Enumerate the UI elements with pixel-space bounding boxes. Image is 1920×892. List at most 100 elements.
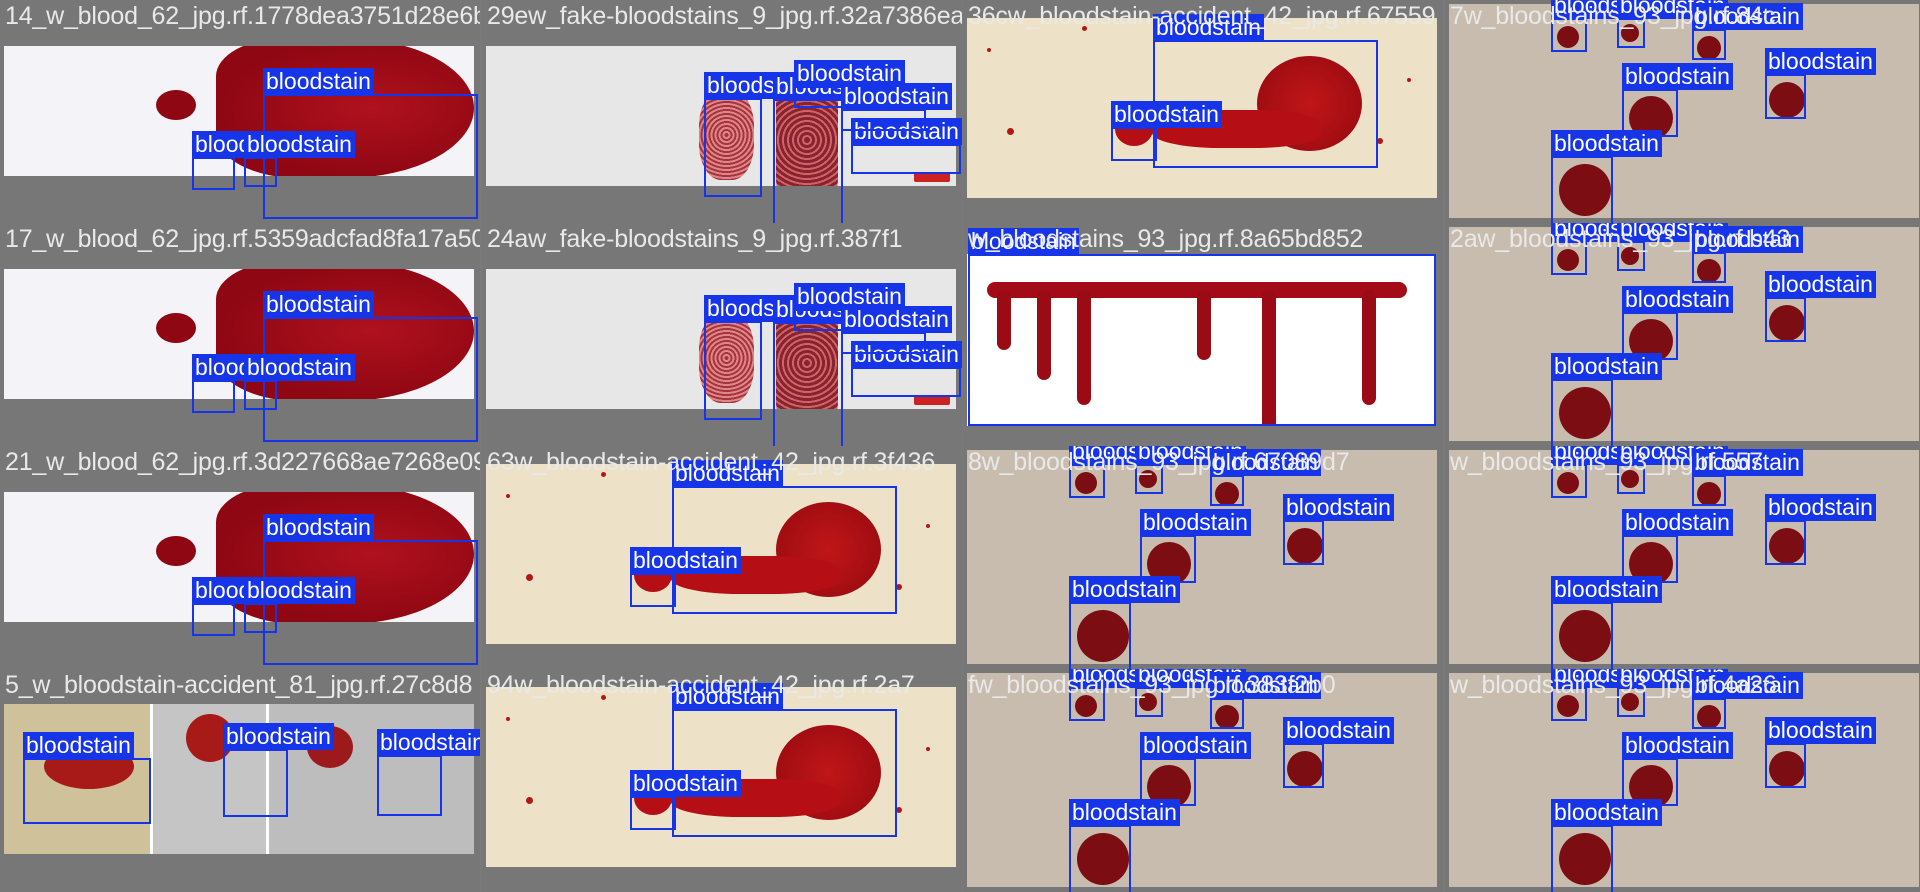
detection-box: bloodstain (1692, 3, 1803, 60)
detection-box: bloodstain (1210, 449, 1321, 506)
detection-label: bloodstain (1283, 494, 1394, 521)
detection-label: bloodstain (1140, 732, 1251, 759)
tile-filename: 14_w_blood_62_jpg.rf.1778dea3751d28e6b0 (5, 2, 480, 30)
mosaic-tile: bloodstain bloodstain bloodstain bloodstain… (1445, 669, 1920, 892)
detection-label: bloodstain (1765, 717, 1876, 744)
detection-box: bloodstain (841, 83, 952, 131)
detection-box: bloodstain (841, 306, 952, 354)
detection-label: bloodstain (1622, 509, 1733, 536)
detection-box: bloodstain (1692, 226, 1803, 283)
detection-box: bloodstain (1111, 101, 1222, 161)
tile-filename: 63w_bloodstain-accident_42_jpg.rf.3f436 (487, 448, 936, 476)
splatter-speck (526, 574, 533, 581)
detection-box: bloodstain (1069, 576, 1180, 669)
detection-label: bloodstain (1140, 509, 1251, 536)
tile-filename: w_bloodstains_93_jpg.rf.4a26 (1450, 671, 1777, 699)
detection-box: bloodstain (1551, 799, 1662, 892)
detection-box: bloodstain (244, 577, 355, 633)
splatter-speck (926, 747, 930, 751)
detection-box: bloodstain (851, 118, 962, 174)
tile-filename: 7w_bloodstains_93_jpg.rf.84c (1450, 2, 1776, 30)
detection-label: bloodstain (630, 547, 741, 574)
detection-label: bloodstain (1551, 799, 1662, 826)
tile-filename: 29ew_fake-bloodstains_9_jpg.rf.32a7386ea (487, 2, 962, 30)
tile-filename: 8w_bloodstains_93_jpg.rf.67089d7 (968, 448, 1350, 476)
detection-box: bloodstain (704, 295, 815, 420)
detection-box: bloodstain (1551, 576, 1662, 669)
splatter-speck (1407, 78, 1411, 82)
tile-filename: 24aw_fake-bloodstains_9_jpg.rf.387f1 (487, 225, 903, 253)
splatter-speck (987, 48, 991, 52)
detection-box: bloodstain (192, 577, 303, 636)
tile-image (967, 450, 1437, 664)
mosaic-tile: bloodstain bloodstain 36cw_bloodstain-acci… (963, 0, 1443, 223)
splatter-speck (526, 797, 533, 804)
detection-label: bloodstain (1283, 717, 1394, 744)
detection-label: bloodstain (1069, 799, 1180, 826)
mosaic-tile: bloodstain bloodstain bloodstain bloodstain… (1445, 0, 1920, 223)
detection-label: bloodstain (1069, 576, 1180, 603)
detection-label: bloodstain (1765, 271, 1876, 298)
detection-label: bloodstain (1551, 576, 1662, 603)
mosaic-grid: bloodstainbloodstainbloodstain14_w_blood… (0, 0, 1920, 892)
detection-box: bloodstain (192, 131, 303, 190)
mosaic-tile: bloodstain bloodstain bloodstain bloodstain… (963, 446, 1443, 669)
splatter-speck (926, 524, 930, 528)
detection-box: bloodstain (773, 73, 884, 223)
detection-label: bloodstain (244, 577, 355, 604)
splatter-speck (1007, 128, 1014, 135)
detection-box: bloodstain (630, 770, 741, 830)
mosaic-tile: bloodstain bloodstain bloodstain bloodstain… (482, 223, 962, 446)
detection-label: bloodstain (1622, 63, 1733, 90)
detection-box: bloodstain (223, 723, 334, 817)
detection-box: bloodstain (1069, 799, 1180, 892)
mosaic-tile: bloodstain bloodstain bloodstain bloodstain… (1445, 446, 1920, 669)
tile-filename: 21_w_blood_62_jpg.rf.3d227668ae7268e09bf (5, 448, 480, 476)
tile-image (1449, 227, 1919, 441)
detection-box: bloodstain (630, 547, 741, 607)
tile-filename: 17_w_blood_62_jpg.rf.5359adcfad8fa17a503 (5, 225, 480, 253)
detection-box: bloodstain (1283, 717, 1394, 788)
detection-box: bloodstain (377, 729, 480, 816)
splatter-speck (506, 717, 510, 721)
tile-filename: 94w_bloodstain-accident_42_jpg.rf.2a7 (487, 671, 915, 699)
detection-label: bloodstain (244, 131, 355, 158)
detection-label: bloodstain (841, 306, 952, 333)
detection-label: bloodstain (1551, 130, 1662, 157)
tile-image (1449, 673, 1919, 887)
tile-filename: 2aw_bloodstains_93_jpg.rf.b43 (1450, 225, 1791, 253)
detection-box: bloodstain (1765, 494, 1876, 565)
tile-filename: 36cw_bloodstain-accident_42_jpg.rf.67559 (968, 2, 1436, 30)
detection-label: bloodstain (263, 68, 374, 95)
mosaic-tile: bloodstain bloodstain bloodstain bloodstain… (482, 0, 962, 223)
mosaic-tile: bloodstainbloodstainbloodstain17_w_blood… (0, 223, 480, 446)
detection-box: bloodstain (773, 296, 884, 446)
mosaic-tile: bloodstain w_bloodstains_93_jpg.rf.8a65bd… (963, 223, 1443, 446)
mosaic-tile: bloodstain bloodstain bloodstain bloodstain… (1445, 223, 1920, 446)
detection-label: bloodstain (841, 83, 952, 110)
detection-label: bloodstain (263, 291, 374, 318)
mosaic-tile: bloodstain bloodstain 94w_bloodstain-accid… (482, 669, 962, 892)
detection-label: bloodstain (1622, 732, 1733, 759)
mosaic-tile: bloodstain bloodstain bloodstain 5_w_bloods… (0, 669, 480, 892)
detection-box: bloodstain (192, 354, 303, 413)
detection-box: bloodstain (968, 228, 1436, 426)
tile-filename: 5_w_bloodstain-accident_81_jpg.rf.27c8d8 (5, 671, 473, 699)
tile-image (967, 673, 1437, 887)
detection-label: bloodstain (1111, 101, 1222, 128)
blood-drop (156, 90, 196, 120)
detection-label: bloodstain (23, 732, 134, 759)
detection-box: bloodstain (704, 72, 815, 197)
detection-label: bloodstain (1622, 286, 1733, 313)
detection-box: bloodstain (1283, 494, 1394, 565)
detection-label: bloodstain (244, 354, 355, 381)
detection-box: bloodstain (1692, 672, 1803, 729)
detection-box: bloodstain (244, 131, 355, 187)
detection-label: bloodstain (377, 729, 480, 756)
detection-label: bloodstain (1551, 353, 1662, 380)
detection-label: bloodstain (1765, 494, 1876, 521)
tile-image (1449, 4, 1919, 218)
detection-box: bloodstain (1551, 130, 1662, 223)
detection-label: bloodstain (1765, 48, 1876, 75)
detection-label: bloodstain (630, 770, 741, 797)
